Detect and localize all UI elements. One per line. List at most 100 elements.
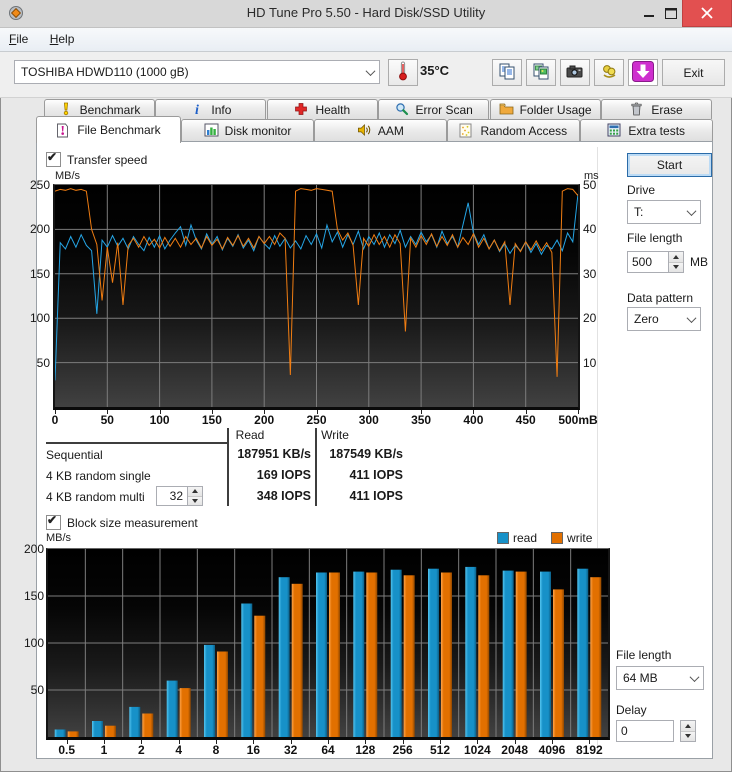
block-file-length-label: File length [616, 648, 672, 662]
queue-depth-spinner[interactable]: 32 [156, 486, 203, 506]
axis-tick-label: 64 [321, 743, 335, 757]
aam-icon [357, 123, 372, 138]
axis-tick-label: 8192 [575, 743, 603, 757]
axis-tick-label: 50 [36, 355, 50, 370]
axis-tick-label: 50 [100, 413, 114, 427]
legend-item-read: read [497, 531, 537, 545]
drive-combo[interactable]: T: [627, 200, 701, 224]
close-icon[interactable] [682, 0, 732, 27]
axis-tick-label: 0.5 [58, 743, 75, 757]
block-file-length-combo[interactable]: 64 MB [616, 666, 704, 690]
tab-label: Extra tests [628, 123, 686, 138]
download-arrow-icon [632, 60, 654, 85]
tab-label: Random Access [480, 123, 568, 138]
file-length-spinner[interactable]: 500 [627, 251, 684, 273]
copy-image-icon [533, 63, 550, 83]
minimize-icon[interactable] [638, 0, 660, 26]
temperature-value: 35°C [420, 63, 450, 78]
file-benchmark-icon [56, 123, 71, 138]
drive-select-combo[interactable]: TOSHIBA HDWD110 (1000 gB) [14, 60, 380, 84]
spin-up-icon [669, 252, 683, 262]
camera-icon [566, 64, 584, 82]
axis-tick-label: 30 [583, 266, 597, 281]
tab-label: Disk monitor [224, 123, 292, 138]
hd-tune-window: HD Tune Pro 5.50 - Hard Disk/SSD Utility… [0, 0, 732, 772]
axis-tick-label: 20 [583, 311, 597, 326]
spin-down-icon [681, 730, 695, 741]
checkbox-checked-icon: ✔ [46, 150, 61, 167]
chevron-down-icon [361, 61, 379, 83]
start-button[interactable]: Start [627, 153, 712, 177]
legend-label: write [567, 531, 593, 545]
sequential-read-value: 187951 KB/s [237, 447, 311, 461]
tab-label: Erase [651, 102, 683, 117]
temperature-button[interactable] [388, 59, 418, 86]
axis-tick-label: 1 [100, 743, 108, 757]
axis-tick-label: 32 [283, 743, 298, 757]
tab-folder-usage[interactable]: Folder Usage [489, 99, 601, 119]
block-size-checkbox[interactable]: ✔ Block size measurement [46, 513, 198, 530]
file-length-label: File length [627, 231, 683, 245]
maximize-icon[interactable] [660, 0, 682, 26]
delay-spinner-buttons[interactable] [680, 720, 696, 742]
tab-file-benchmark[interactable]: File Benchmark [36, 116, 181, 143]
left-axis-unit: MB/s [55, 170, 81, 182]
tab-random-access[interactable]: Random Access [446, 119, 580, 141]
tab-health[interactable]: Health [266, 99, 378, 119]
update-button[interactable] [628, 59, 658, 86]
legend-swatch [551, 532, 564, 544]
spin-up-icon [681, 721, 695, 731]
random-single-read-value: 169 IOPS [256, 468, 311, 482]
disk-monitor-icon [204, 123, 219, 138]
axis-tick-label: 16 [246, 743, 261, 757]
axis-tick-label: 250 [29, 178, 50, 192]
tab-extra-tests[interactable]: Extra tests [579, 119, 713, 141]
file-length-unit: MB [690, 255, 708, 269]
axis-tick-label: 150 [201, 413, 222, 427]
menu-help[interactable]: Help [41, 28, 84, 49]
tab-label: Benchmark [79, 102, 141, 117]
tab-label: Error Scan [415, 102, 473, 117]
random-multi-write-value: 411 IOPS [349, 489, 403, 503]
info-icon: i [190, 102, 205, 117]
random-access-icon [459, 123, 474, 138]
column-header-write: Write [321, 428, 349, 442]
copy-report-button[interactable] [492, 59, 522, 86]
row-label-random-multi: 4 KB random multi [46, 490, 145, 504]
tab-disk-monitor[interactable]: Disk monitor [181, 119, 314, 141]
exit-button[interactable]: Exit [662, 59, 725, 86]
random-single-write-value: 411 IOPS [349, 468, 403, 482]
tab-erase[interactable]: Erase [601, 99, 712, 119]
block-size-plot [46, 548, 610, 740]
menu-file[interactable]: File [0, 28, 37, 49]
chevron-down-icon [682, 308, 700, 330]
random-multi-read-value: 348 IOPS [256, 489, 311, 503]
axis-tick-label: 10 [583, 355, 597, 370]
spin-down-icon [669, 261, 683, 272]
spin-down-icon [188, 495, 202, 505]
axis-tick-label: 8 [212, 743, 220, 757]
title-bar: HD Tune Pro 5.50 - Hard Disk/SSD Utility [0, 0, 732, 28]
tab-label: Info [211, 102, 232, 117]
axis-tick-label: 100 [149, 413, 170, 427]
tab-aam[interactable]: AAM [313, 119, 447, 141]
axis-tick-label: 4 [175, 743, 182, 757]
copy-report-icon [499, 63, 516, 83]
tab-error-scan[interactable]: Error Scan [378, 99, 490, 119]
screenshot-button[interactable] [560, 59, 590, 86]
copy-image-button[interactable] [526, 59, 556, 86]
drive-label: Drive [627, 183, 656, 197]
erase-icon [630, 102, 645, 117]
row-label-sequential: Sequential [46, 448, 103, 462]
delay-input[interactable]: 0 [616, 720, 674, 742]
axis-tick-label: 150 [23, 589, 44, 603]
table-divider [46, 442, 227, 444]
axis-tick-label: 200 [29, 222, 50, 237]
axis-tick-label: 40 [583, 222, 597, 237]
data-pattern-label: Data pattern [627, 291, 694, 305]
transfer-speed-checkbox[interactable]: ✔ Transfer speed [46, 150, 147, 167]
folder-usage-icon [499, 102, 514, 117]
axis-tick-label: 128 [355, 743, 376, 757]
data-pattern-combo[interactable]: Zero [627, 307, 701, 331]
donate-button[interactable] [594, 59, 624, 86]
